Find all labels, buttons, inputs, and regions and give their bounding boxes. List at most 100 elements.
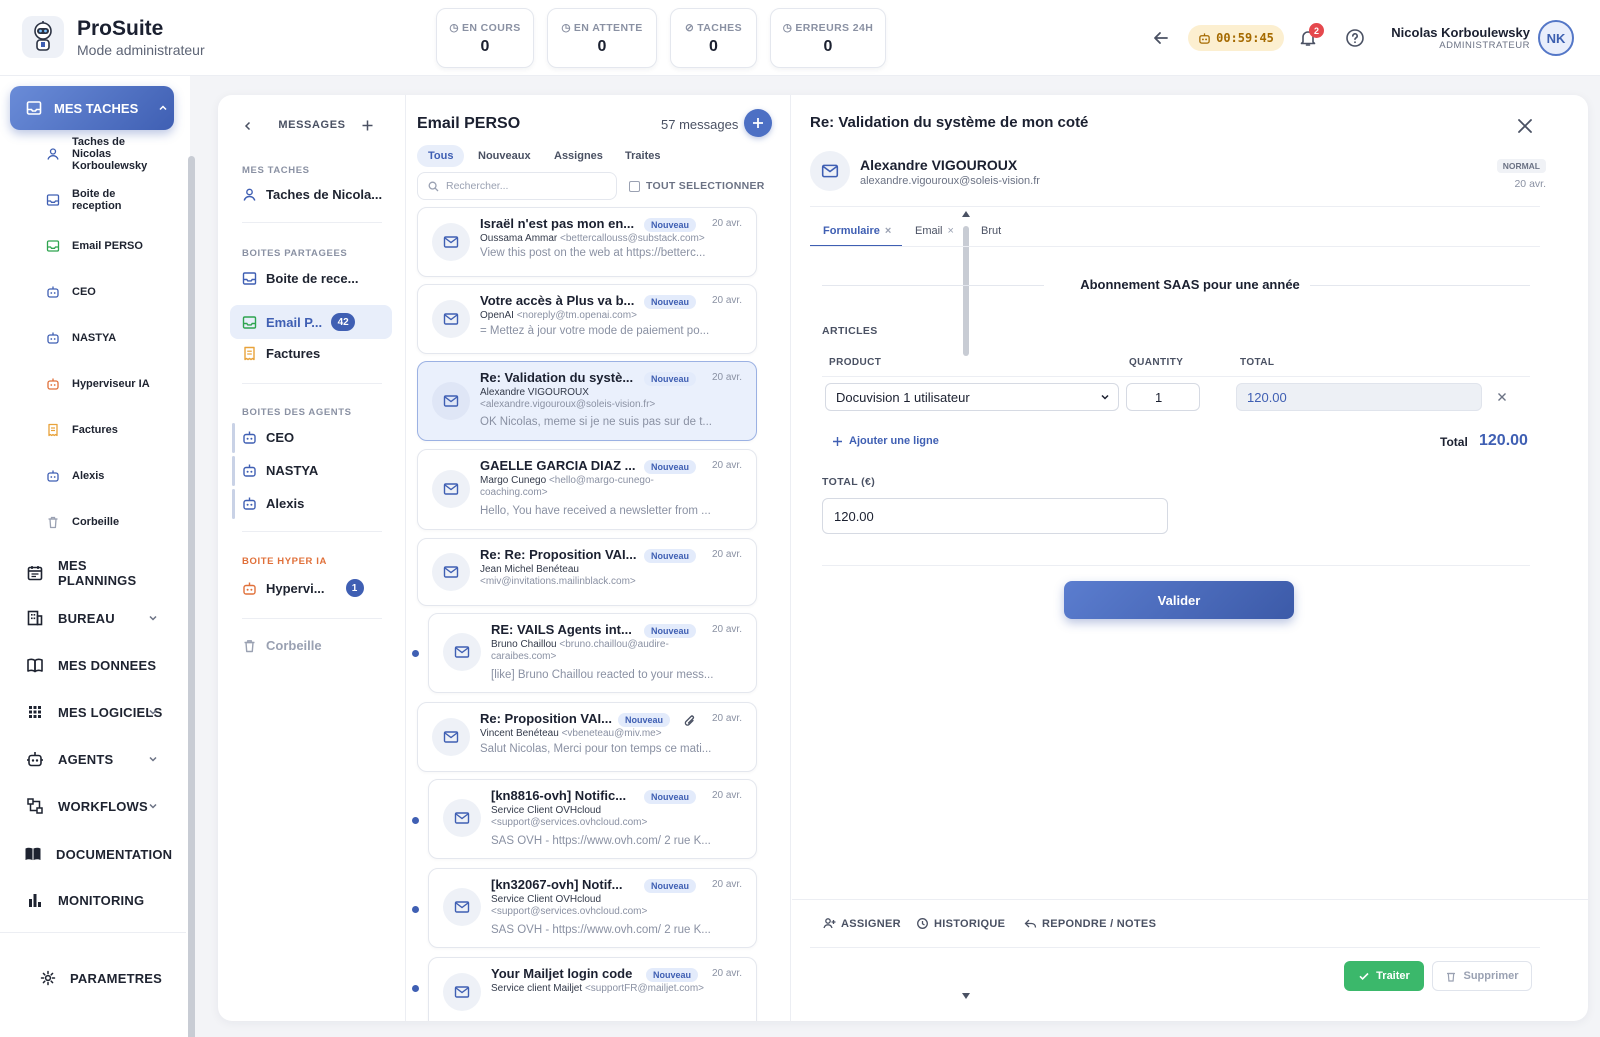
stat-erreurs[interactable]: ◷ ERREURS 24H 0 xyxy=(770,8,886,68)
message-item[interactable]: Israël n'est pas mon en... Nouveau 20 av… xyxy=(417,207,757,277)
message-date: 20 avr. xyxy=(711,624,742,635)
folder-label: Alexis xyxy=(266,496,305,511)
message-item-selected[interactable]: Re: Validation du systè... Nouveau 20 av… xyxy=(417,361,757,441)
stat-en-attente[interactable]: ◷ EN ATTENTE 0 xyxy=(547,8,657,68)
sidebar-sub-taches-nicolas[interactable]: Taches de Nicolas Korboulewsky xyxy=(46,136,166,172)
nav-monitoring[interactable]: MONITORING xyxy=(26,891,144,909)
total-eur-value: 120.00 xyxy=(834,508,874,524)
remove-line-icon[interactable] xyxy=(1496,391,1508,403)
sidebar-sub-email-perso[interactable]: Email PERSO xyxy=(46,239,143,253)
sidebar-sub-hyperviseur[interactable]: Hyperviseur IA xyxy=(46,377,150,391)
close-icon[interactable] xyxy=(1514,115,1536,137)
tab-traites[interactable]: Traites xyxy=(614,145,671,167)
folder-email-perso[interactable]: Email P... 42 xyxy=(242,313,356,331)
section-boites-agents: BOITES DES AGENTS xyxy=(242,407,352,418)
new-message-button[interactable] xyxy=(744,109,772,137)
session-timer[interactable]: 00:59:45 xyxy=(1188,25,1284,51)
add-line-label: Ajouter une ligne xyxy=(849,435,939,447)
tab-formulaire[interactable]: Formulaire × xyxy=(823,225,891,237)
total-eur-input[interactable]: 120.00 xyxy=(822,498,1168,534)
message-item[interactable]: [kn32067-ovh] Notif... Nouveau 20 avr. S… xyxy=(428,868,757,948)
nav-mes-logiciels[interactable]: MES LOGICIELS xyxy=(26,703,162,721)
tab-nouveaux[interactable]: Nouveaux xyxy=(467,145,542,167)
product-select[interactable]: Docuvision 1 utilisateur xyxy=(825,383,1119,411)
tab-email[interactable]: Email × xyxy=(915,225,954,237)
delete-button[interactable]: Supprimer xyxy=(1432,961,1532,991)
nav-mes-plannings[interactable]: MES PLANNINGS xyxy=(26,558,138,588)
help-icon[interactable] xyxy=(1343,26,1367,50)
select-all-checkbox[interactable] xyxy=(629,180,640,192)
close-tab-icon[interactable]: × xyxy=(948,225,954,237)
nav-label: MONITORING xyxy=(58,892,145,908)
treat-button[interactable]: Traiter xyxy=(1344,961,1424,991)
agent-indicator xyxy=(232,423,235,453)
folder-agent-alexis[interactable]: Alexis xyxy=(242,496,304,511)
stat-taches[interactable]: ⊘ TACHES 0 xyxy=(670,8,757,68)
folder-factures[interactable]: Factures xyxy=(242,346,320,361)
building-icon xyxy=(27,610,43,626)
message-item[interactable]: GAELLE GARCIA DIAZ ... Nouveau 20 avr. M… xyxy=(417,449,757,530)
line-total-field: 120.00 xyxy=(1236,383,1482,411)
calendar-icon xyxy=(27,566,43,581)
folder-label: Boite de rece... xyxy=(266,271,359,286)
assign-button[interactable]: ASSIGNER xyxy=(823,917,901,930)
new-badge: Nouveau xyxy=(646,968,699,982)
folder-agent-nastya[interactable]: NASTYA xyxy=(242,463,318,478)
folder-label: Hypervi... xyxy=(266,580,325,596)
message-item[interactable]: Votre accès à Plus va b... Nouveau 20 av… xyxy=(417,284,757,354)
message-subject: GAELLE GARCIA DIAZ ... xyxy=(480,458,636,473)
back-arrow-icon[interactable] xyxy=(1149,26,1173,50)
sidebar-sub-factures[interactable]: Factures xyxy=(46,423,118,437)
quantity-input[interactable]: 1 xyxy=(1126,383,1200,411)
message-date: 20 avr. xyxy=(711,549,742,560)
inbox-icon xyxy=(46,240,60,252)
divider xyxy=(242,222,382,223)
sidebar-scrollbar[interactable] xyxy=(188,156,195,1037)
unread-dot xyxy=(412,817,419,824)
nav-mes-taches[interactable]: MES TACHES xyxy=(10,86,174,130)
message-item[interactable]: Re: Proposition VAI... Nouveau 20 avr. V… xyxy=(417,702,757,772)
folder-hyperviseur[interactable]: Hypervi... 1 xyxy=(242,579,364,597)
reply-notes-button[interactable]: REPONDRE / NOTES xyxy=(1024,917,1156,930)
history-button[interactable]: HISTORIQUE xyxy=(916,917,1005,930)
nav-documentation[interactable]: DOCUMENTATION xyxy=(24,845,172,863)
sidebar-sub-boite-reception[interactable]: Boite de reception xyxy=(46,188,132,212)
agent-indicator xyxy=(232,456,235,486)
stat-en-cours[interactable]: ◷ EN COURS 0 xyxy=(436,8,534,68)
select-all[interactable]: TOUT SELECTIONNER xyxy=(629,180,765,192)
folder-boite-reception[interactable]: Boite de rece... xyxy=(242,271,358,286)
sidebar-sub-corbeille[interactable]: Corbeille xyxy=(46,515,119,529)
sidebar-sub-alexis[interactable]: Alexis xyxy=(46,469,104,483)
delete-label: Supprimer xyxy=(1463,970,1519,982)
new-badge: Nouveau xyxy=(644,624,697,638)
nav-mes-donnees[interactable]: MES DONNEES xyxy=(26,656,156,674)
unread-dot xyxy=(412,985,419,992)
nav-bureau[interactable]: BUREAU xyxy=(26,609,157,627)
plus-icon[interactable] xyxy=(361,119,374,132)
message-item[interactable]: RE: VAILS Agents int... Nouveau 20 avr. … xyxy=(428,613,757,693)
message-from: Vincent Benéteau <vbeneteau@miv.me> xyxy=(480,728,742,740)
app-logo[interactable] xyxy=(22,16,64,58)
tab-tous[interactable]: Tous xyxy=(417,145,465,167)
tab-assignes[interactable]: Assignes xyxy=(543,145,614,167)
nav-parametres[interactable]: PARAMETRES xyxy=(40,970,162,986)
user-role: ADMINISTRATEUR xyxy=(1439,40,1530,51)
avatar[interactable]: NK xyxy=(1538,20,1574,56)
validate-button[interactable]: Valider xyxy=(1064,581,1294,619)
folder-agent-ceo[interactable]: CEO xyxy=(242,430,294,445)
add-line-button[interactable]: Ajouter une ligne xyxy=(832,435,939,447)
sidebar-sub-ceo[interactable]: CEO xyxy=(46,285,96,299)
folder-corbeille[interactable]: Corbeille xyxy=(242,638,322,653)
nav-workflows[interactable]: WORKFLOWS xyxy=(26,797,157,815)
tab-brut[interactable]: Brut xyxy=(981,225,1001,237)
search-input[interactable]: Rechercher... xyxy=(417,172,617,200)
message-item[interactable]: [kn8816-ovh] Notific... Nouveau 20 avr. … xyxy=(428,779,757,859)
message-item[interactable]: Your Mailjet login code Nouveau 20 avr. … xyxy=(428,957,757,1021)
close-tab-icon[interactable]: × xyxy=(885,225,891,237)
message-date: 20 avr. xyxy=(711,879,742,890)
action-label: HISTORIQUE xyxy=(934,917,1006,930)
folder-taches-nicolas[interactable]: Taches de Nicola... xyxy=(242,187,382,202)
nav-agents[interactable]: AGENTS xyxy=(26,750,157,768)
sidebar-sub-nastya[interactable]: NASTYA xyxy=(46,331,116,345)
message-item[interactable]: Re: Re: Proposition VAI... Nouveau 20 av… xyxy=(417,538,757,606)
